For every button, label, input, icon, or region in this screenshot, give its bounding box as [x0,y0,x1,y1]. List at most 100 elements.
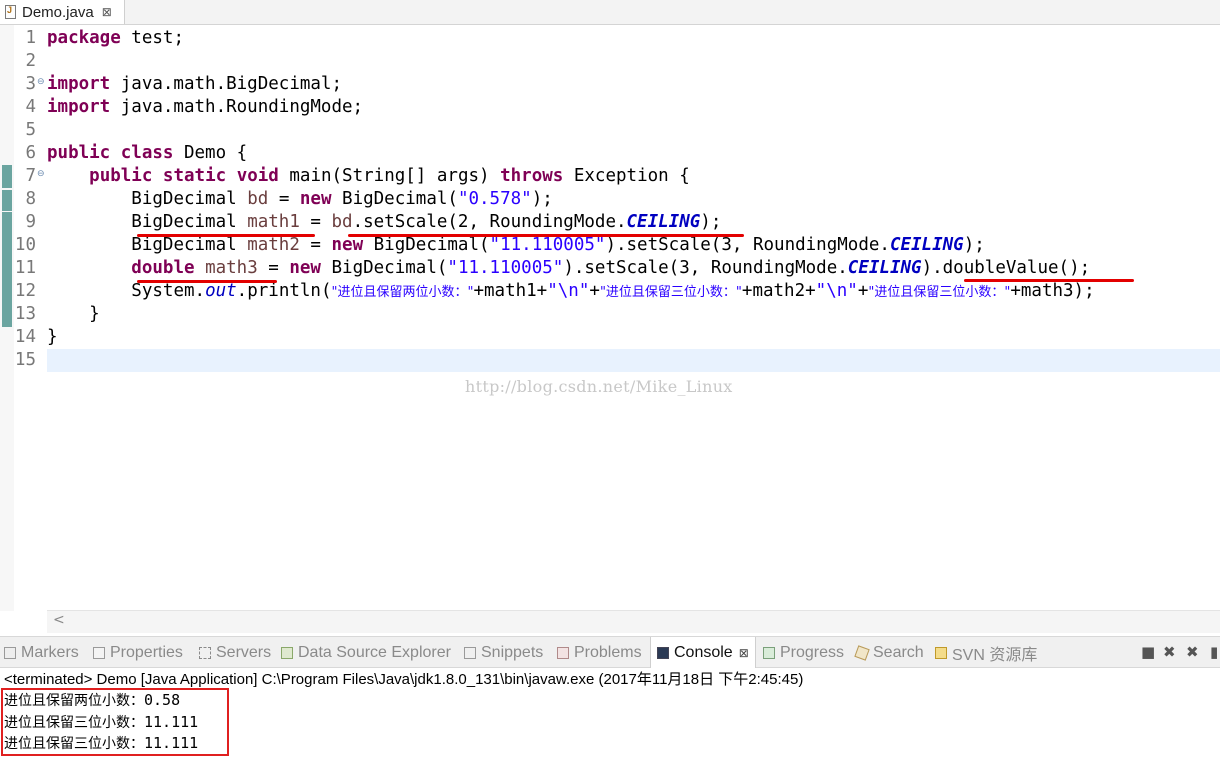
line-number: 5 [25,120,36,140]
annotation-box [1,688,229,756]
string-literal: "\n" [547,281,590,301]
code-text-area[interactable]: package test; import java.math.BigDecima… [47,25,1220,611]
code-line: BigDecimal math2 = new BigDecimal("11.11… [47,234,985,257]
code-text: = [257,258,290,278]
tab-label: Progress [780,643,845,661]
snippets-icon [464,646,476,659]
close-icon[interactable]: ⊠ [739,646,749,660]
line-number: 11 [14,258,36,278]
annotation-underline [348,234,744,237]
keyword: new [289,258,321,278]
console-icon [657,646,669,659]
tab-label: Console [674,643,733,661]
line-number: 6 [25,143,36,163]
tab-snippets[interactable]: Snippets [464,637,543,668]
code-editor[interactable]: 1 2 3 4 5 6 7 8 9 10 11 12 13 14 15 ⊖ ⊖ … [0,25,1220,633]
code-text: +math2+ [741,281,816,301]
string-literal: "11.110005" [489,235,606,255]
code-text: BigDecimal( [363,235,490,255]
console-process-label: <terminated> Demo [Java Application] C:\… [4,671,804,688]
code-line: import java.math.BigDecimal; [47,73,342,96]
variable: math1 [247,212,300,232]
enum-constant: CEILING [889,235,964,255]
variable: bd [247,189,269,209]
views-tab-bar: Markers Properties Servers Data Source E… [0,636,1220,668]
code-line: } [47,327,58,347]
code-text: ).setScale(3, RoundingMode. [563,258,848,278]
code-text: ); [963,235,985,255]
terminate-icon[interactable]: ■ [1141,643,1155,661]
string-literal: "0.578" [457,189,532,209]
properties-icon [93,646,105,659]
tab-label: Properties [110,643,183,661]
annotation-underline [964,279,1134,282]
code-text: ).setScale(3, RoundingMode. [605,235,890,255]
search-icon [854,644,870,661]
code-line: BigDecimal math1 = bd.setScale(2, Roundi… [47,211,721,234]
tab-label: Search [873,643,924,661]
change-marker [2,258,12,327]
code-text: + [857,281,869,301]
line-number: 14 [14,327,36,347]
editor-tab-demo-java[interactable]: Demo.java ⊠ [0,0,125,24]
keyword: new [331,235,364,255]
tab-markers[interactable]: Markers [4,637,79,668]
static-field: out [205,281,237,301]
keyword: package [47,28,121,48]
line-number: 13 [14,304,36,324]
code-line: double math3 = new BigDecimal("11.110005… [47,257,1090,280]
java-file-icon [5,5,16,19]
variable: math2 [247,235,300,255]
scroll-left-icon[interactable]: < [53,612,65,628]
code-text: +math1+ [473,281,548,301]
keyword: static [162,166,227,186]
code-line: public class Demo { [47,142,247,165]
code-text: BigDecimal [131,189,248,209]
code-line: } [47,304,100,324]
keyword: throws [500,166,564,186]
tab-progress[interactable]: Progress [763,637,844,668]
line-number: 9 [25,212,36,232]
tab-servers[interactable]: Servers [199,637,271,668]
line-number: 15 [14,350,36,370]
editor-tab-label: Demo.java [22,3,94,21]
remove-launch-icon[interactable]: ✖ [1163,643,1176,661]
tab-label: Data Source Explorer [298,643,451,661]
annotation-underline [137,280,277,283]
code-line: import java.math.RoundingMode; [47,96,363,119]
line-number: 3 [25,74,36,94]
code-text: = [268,189,300,209]
horizontal-scrollbar[interactable]: < [47,610,1220,633]
line-number: 8 [25,189,36,209]
fold-toggle-icon[interactable]: ⊖ [37,163,45,186]
code-text: ).doubleValue(); [921,258,1091,278]
tab-problems[interactable]: Problems [557,637,642,668]
tab-search[interactable]: Search [854,637,924,668]
tab-console[interactable]: Console ⊠ [650,637,756,668]
keyword: public [89,166,153,186]
code-text: main(String[] args) [278,166,501,186]
tab-data-source-explorer[interactable]: Data Source Explorer [281,637,451,668]
code-text: test; [120,28,184,48]
code-text: +math3); [1010,281,1095,301]
remove-all-terminated-icon[interactable]: ✖ [1186,643,1199,661]
tab-label: Snippets [481,643,544,661]
code-text: java.math.BigDecimal; [110,74,343,94]
code-text: .setScale(2, RoundingMode. [352,212,627,232]
code-text: ); [700,212,722,232]
scroll-lock-icon[interactable]: ▮ [1210,643,1218,661]
string-literal: "进位且保留三位小数：" [868,285,1011,300]
variable: bd [331,212,353,232]
tab-svn-repositories[interactable]: SVN 资源库 [935,637,1037,668]
code-text: = [299,212,332,232]
tab-label: Markers [21,643,79,661]
tab-properties[interactable]: Properties [93,637,183,668]
editor-tab-bar: Demo.java ⊠ [0,0,1220,25]
fold-toggle-icon[interactable]: ⊖ [37,71,45,94]
keyword: double [131,258,195,278]
tab-label: Problems [574,643,642,661]
close-icon[interactable]: ⊠ [102,5,112,19]
line-number: 10 [14,235,36,255]
svn-icon [935,646,947,659]
